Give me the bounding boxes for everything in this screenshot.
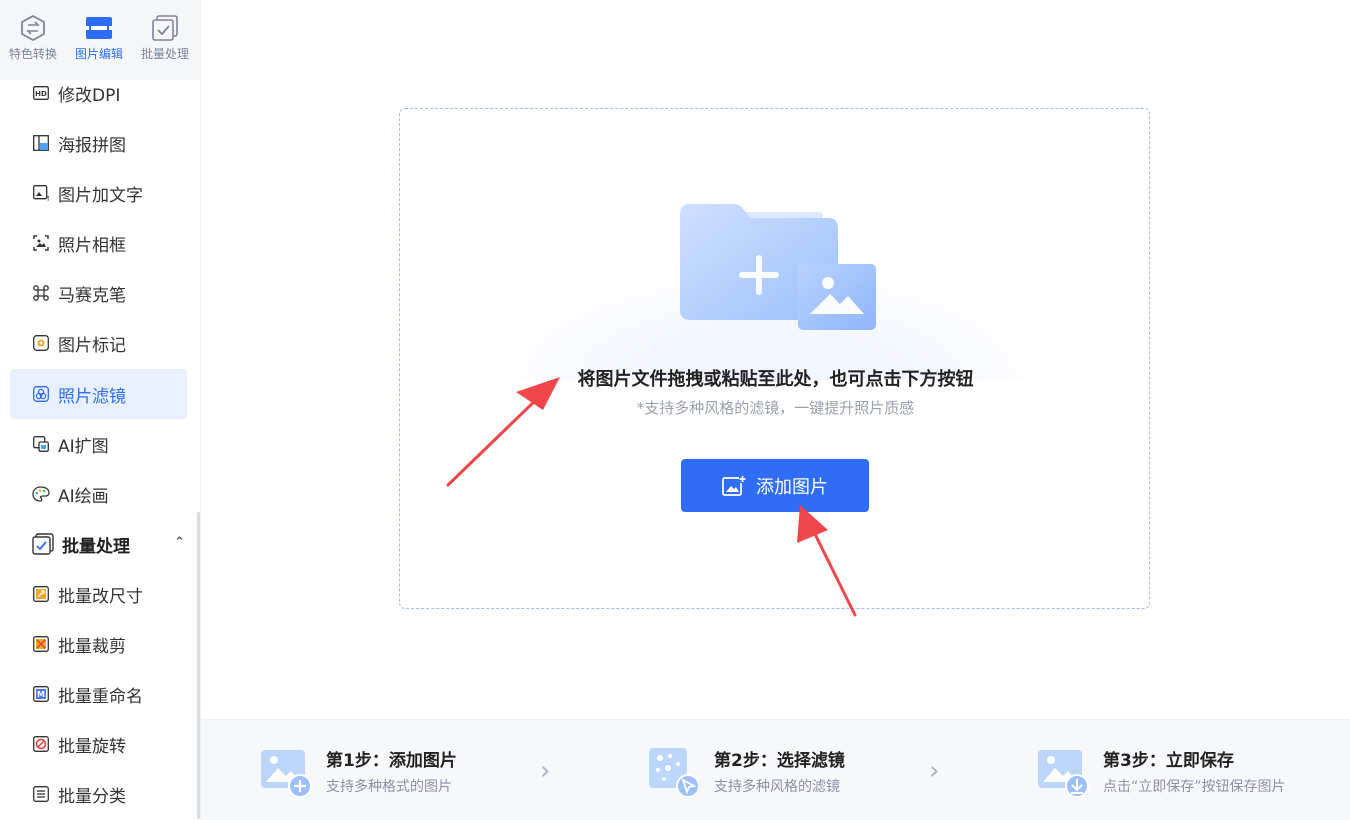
sidebar: 特色转换 图片编辑 批量处理 HD 修改DPI 海报拼图 T 图片加文字 照片相… — [0, 0, 201, 819]
drop-zone-subtitle: *支持多种风格的滤镜，一键提升照片质感 — [636, 399, 915, 417]
svg-text:M: M — [37, 690, 45, 699]
menu-item-label: 批量裁剪 — [58, 636, 126, 657]
mosaic-icon — [32, 284, 50, 302]
topnav-label: 特色转换 — [8, 47, 57, 61]
swap-icon — [21, 15, 45, 41]
chevron-up-icon[interactable]: ⌃ — [174, 535, 185, 550]
batch-check-icon — [32, 533, 54, 555]
menu-group-label: 批量处理 — [62, 536, 130, 557]
save-step-icon — [1038, 750, 1089, 798]
menu-item-label: 批量改尺寸 — [58, 586, 143, 607]
menu-item-batch-rotate[interactable]: 批量旋转 — [10, 719, 187, 769]
menu-item-dpi[interactable]: HD 修改DPI — [10, 68, 187, 118]
menu-item-label: 海报拼图 — [58, 135, 126, 156]
topnav-label: 批量处理 — [140, 47, 189, 61]
menu-item-label: 图片加文字 — [58, 185, 143, 206]
batch-resize-icon — [32, 585, 50, 603]
filter-icon — [32, 385, 50, 403]
step-desc: 支持多种格式的图片 — [326, 779, 452, 795]
menu-group-batch[interactable]: 批量处理 ⌃ — [10, 519, 187, 569]
step-title: 第3步：立即保存 — [1103, 751, 1234, 771]
add-image-button[interactable]: 添加图片 — [681, 459, 869, 512]
menu-item-label: 批量旋转 — [58, 736, 126, 757]
steps-bar: 第1步：添加图片 支持多种格式的图片 › 第2步：选择滤镜 支持多种风格的滤镜 … — [201, 719, 1350, 820]
drop-zone-title: 将图片文件拖拽或粘贴至此处，也可点击下方按钮 — [577, 369, 974, 390]
menu-item-batch-sort[interactable]: 批量分类 — [10, 769, 187, 819]
menu-item-ai-paint[interactable]: AI绘画 — [10, 469, 187, 519]
menu-item-mosaic-pen[interactable]: 马赛克笔 — [10, 268, 187, 318]
ai-expand-icon — [32, 435, 50, 453]
batch-rename-icon: M — [32, 685, 50, 703]
ai-paint-icon — [32, 485, 50, 503]
menu-item-label: 批量分类 — [58, 786, 126, 807]
hd-icon: HD — [32, 84, 50, 102]
folder-add-image-icon — [680, 204, 876, 330]
step-desc: 支持多种风格的滤镜 — [714, 779, 840, 795]
menu-item-image-text[interactable]: T 图片加文字 — [10, 168, 187, 218]
menu-item-label: 照片滤镜 — [58, 386, 126, 407]
menu-item-poster-collage[interactable]: 海报拼图 — [10, 118, 187, 168]
filter-select-step-icon — [649, 748, 700, 798]
marker-icon — [32, 334, 50, 352]
chevron-right-icon: › — [540, 756, 551, 786]
collage-icon — [32, 134, 50, 152]
svg-text:HD: HD — [35, 90, 47, 98]
batch-crop-icon — [32, 635, 50, 653]
step-desc: 点击“立即保存”按钮保存图片 — [1103, 779, 1286, 795]
menu-item-ai-expand[interactable]: AI扩图 — [10, 419, 187, 469]
menu-item-batch-resize[interactable]: 批量改尺寸 — [10, 569, 187, 619]
add-image-step-icon — [261, 750, 312, 798]
chevron-right-icon: › — [929, 756, 940, 786]
menu-item-batch-crop[interactable]: 批量裁剪 — [10, 619, 187, 669]
menu-item-label: 图片标记 — [58, 335, 126, 356]
sidebar-scrollbar[interactable] — [197, 512, 200, 819]
topnav-label: 图片编辑 — [74, 47, 123, 61]
add-image-button-label: 添加图片 — [756, 476, 828, 498]
menu-item-photo-filter[interactable]: 照片滤镜 — [10, 369, 187, 419]
step-title: 第2步：选择滤镜 — [714, 751, 845, 771]
image-text-icon: T — [32, 184, 50, 202]
frame-icon — [32, 234, 50, 252]
batch-check-icon — [152, 15, 178, 41]
menu-item-label: 修改DPI — [58, 85, 121, 106]
menu-item-label: 批量重命名 — [58, 686, 143, 707]
menu-item-batch-rename[interactable]: M 批量重命名 — [10, 669, 187, 719]
step-title: 第1步：添加图片 — [326, 751, 457, 771]
image-edit-icon — [86, 17, 112, 39]
menu-item-label: 照片相框 — [58, 235, 126, 256]
batch-sort-icon — [32, 785, 50, 803]
menu-item-label: 马赛克笔 — [58, 285, 126, 306]
menu-item-label: AI绘画 — [58, 486, 109, 507]
add-image-icon — [722, 474, 746, 496]
menu-item-label: AI扩图 — [58, 436, 109, 457]
menu-item-image-mark[interactable]: 图片标记 — [10, 318, 187, 368]
svg-text:T: T — [45, 195, 49, 201]
menu-item-photo-frame[interactable]: 照片相框 — [10, 218, 187, 268]
batch-rotate-icon — [32, 735, 50, 753]
